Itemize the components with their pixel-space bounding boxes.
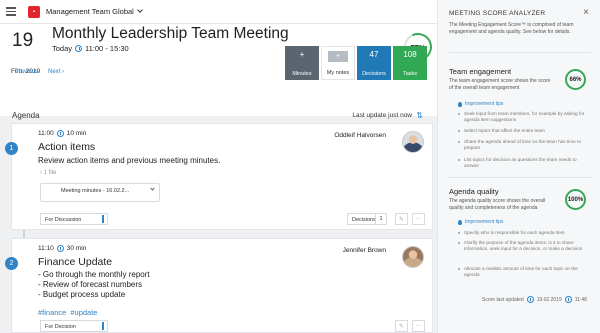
app-logo-icon: ▪ (28, 5, 40, 18)
item-title[interactable]: Action items (38, 141, 95, 153)
quality-text: The agenda quality score shows the overa… (449, 198, 546, 211)
quality-heading: Agenda quality (449, 187, 499, 196)
summary-tiles: + Minutes + My notes 47 Decisions 108 Ta… (285, 46, 427, 80)
files-toggle[interactable]: › 1 file (40, 170, 56, 176)
clock-icon (56, 130, 64, 137)
item-type-badge[interactable]: For Discussion (40, 213, 108, 225)
decisions-label: Decisions (352, 217, 376, 223)
item-duration: 10 min (66, 130, 87, 137)
date-label: Today (52, 44, 73, 53)
score-footer: Score last updated 19.02.2019 11:48 (482, 296, 587, 303)
clock-icon (75, 45, 83, 52)
meeting-day: 19 (12, 30, 34, 51)
more-icon[interactable]: ··· (412, 320, 425, 332)
file-attachment[interactable]: Meeting minutes - 16.02.2... (40, 183, 160, 202)
avatar (402, 246, 424, 268)
item-number: 2 (5, 257, 18, 270)
page-title: Monthly Leadership Team Meeting (52, 25, 289, 42)
decisions-button[interactable]: Decisions 1 (347, 213, 387, 225)
team-name[interactable]: Management Team Global (46, 7, 134, 16)
tag-link[interactable]: #finance (38, 308, 66, 317)
engagement-text: The team engagement score shows the scor… (449, 78, 551, 91)
clock-icon (564, 296, 572, 303)
lightbulb-icon (458, 219, 462, 225)
item-time-row: 11:00 10 min (38, 130, 86, 137)
item-time: 11:00 (38, 130, 54, 137)
tile-my-notes-value: + (328, 51, 348, 62)
sort-icon[interactable]: ⇅ (416, 111, 423, 120)
item-description: Review action items and previous meeting… (38, 156, 221, 165)
tip-item: Seek input from team members, for exampl… (458, 111, 588, 123)
meeting-nav: ‹ Previous Next › (11, 69, 64, 75)
item-time-row: 11:10 30 min (38, 245, 86, 252)
agenda-header: Agenda Last update just now ⇅ (0, 107, 437, 123)
tile-decisions-value: 47 (369, 50, 379, 59)
lightbulb-icon (458, 101, 462, 107)
item-tags: #finance #update (38, 308, 97, 317)
item-type-badge[interactable]: For Decision (40, 320, 108, 332)
engagement-score: 66% (565, 69, 586, 90)
tile-tasks-value: 108 (403, 50, 417, 59)
more-icon[interactable]: ··· (412, 213, 425, 225)
tag-link[interactable]: #update (70, 308, 97, 317)
tip-item: Allocate a realistic amount of time for … (458, 266, 588, 278)
tile-tasks-label: Tasks (402, 71, 418, 77)
tile-my-notes-label: My notes (326, 70, 350, 76)
tip-item: List topics for decision as questions th… (458, 157, 588, 169)
item-owner: Oddleif Halvorsen (334, 132, 386, 139)
item-time: 11:10 (38, 245, 54, 252)
tile-minutes-value: + (299, 50, 305, 59)
tile-my-notes[interactable]: + My notes (321, 46, 355, 80)
footer-label: Score last updated (482, 296, 524, 303)
file-name: Meeting minutes - 16.02.2... (61, 188, 130, 194)
menu-icon[interactable] (6, 4, 22, 20)
divider (449, 177, 591, 178)
tile-decisions[interactable]: 47 Decisions (357, 46, 391, 80)
panel-intro: The Meeting Engagement Score™ is compris… (449, 22, 574, 35)
divider (449, 52, 591, 53)
item-line: - Budget process update (38, 290, 126, 299)
tile-minutes[interactable]: + Minutes (285, 46, 319, 80)
tip-item: Select topics that affect the entire tea… (458, 128, 588, 134)
improvement-tips-label: Improvement tips (458, 101, 503, 107)
clock-icon (56, 245, 64, 252)
item-line: - Go through the monthly report (38, 270, 150, 279)
last-update: Last update just now (352, 111, 412, 119)
edit-icon[interactable]: ✎ (395, 213, 408, 225)
tile-tasks[interactable]: 108 Tasks (393, 46, 427, 80)
improvement-tips-label: Improvement tips (458, 219, 503, 225)
tile-minutes-label: Minutes (292, 71, 312, 77)
item-number: 1 (5, 142, 18, 155)
tip-item: Share the agenda ahead of time so the te… (458, 139, 588, 151)
meeting-time: 11:00 - 15:30 (85, 44, 129, 53)
agenda-item[interactable]: 2 11:10 30 min Finance Update Jennifer B… (5, 238, 433, 333)
agenda-item[interactable]: 1 11:00 10 min Action items Oddleif Halv… (5, 123, 433, 230)
close-icon[interactable]: × (583, 7, 589, 18)
footer-date: 19.02.2019 (536, 296, 562, 303)
agenda-label: Agenda (12, 110, 40, 120)
decisions-count: 1 (375, 214, 386, 224)
tip-item: Specify who is responsible for each agen… (458, 230, 588, 236)
engagement-heading: Team engagement (449, 67, 512, 76)
item-description: - Go through the monthly report - Review… (38, 270, 150, 300)
calendar-icon (526, 296, 534, 303)
previous-link[interactable]: ‹ Previous (11, 69, 38, 75)
chevron-down-icon[interactable] (137, 7, 143, 13)
footer-time: 11:48 (574, 296, 587, 303)
score-analyzer-panel: MEETING SCORE ANALYZER × The Meeting Eng… (437, 0, 600, 333)
edit-icon[interactable]: ✎ (395, 320, 408, 332)
tip-item: Clarify the purpose of the agenda items:… (458, 240, 588, 252)
chevron-down-icon[interactable] (150, 186, 155, 191)
item-line: - Review of forecast numbers (38, 280, 143, 289)
panel-title: MEETING SCORE ANALYZER (449, 10, 546, 17)
tile-decisions-label: Decisions (362, 71, 386, 77)
item-title[interactable]: Finance Update (38, 256, 112, 268)
avatar (402, 131, 424, 153)
item-owner: Jennifer Brown (342, 247, 386, 254)
top-bar: ▪ Management Team Global (0, 0, 437, 24)
next-link[interactable]: Next › (48, 69, 64, 75)
quality-score: 100% (565, 189, 586, 210)
item-duration: 30 min (66, 245, 87, 252)
meeting-time-row: Today 11:00 - 15:30 (52, 44, 129, 53)
